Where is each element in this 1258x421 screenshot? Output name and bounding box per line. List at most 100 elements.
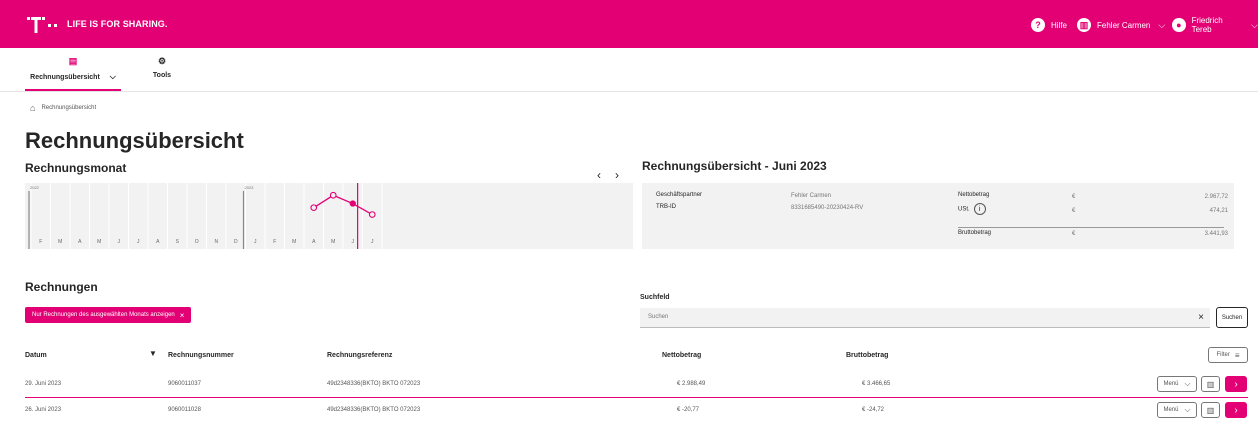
sort-desc-icon[interactable]: ▼ [149,349,157,358]
month-tick-label: A [78,239,82,245]
brutto-currency: € [1072,231,1076,237]
row-divider [25,397,1248,398]
chevron-right-icon: › [1234,378,1238,390]
help-link[interactable]: ? Hilfe [1031,17,1067,33]
search-input[interactable]: Suchen × [640,308,1210,328]
month-tick-label: N [214,239,218,245]
tab-tools[interactable]: ⚙ Tools [146,56,178,79]
chevron-down-icon: ⌵ [1158,19,1166,30]
row-open-button[interactable]: › [1225,376,1247,392]
chevron-left-icon[interactable]: ‹ [597,168,601,182]
data-point [368,211,376,218]
cell-reference: 49d2348336(BKTO) BKTO 072023 [327,407,421,413]
filter-button[interactable]: Filter ≡ [1208,347,1248,363]
month-tick-label: A [156,239,160,245]
month-tick-label: J [254,239,257,245]
month-tick-label: O [195,239,199,245]
breadcrumb-current: Rechnungsübersicht [41,105,97,111]
invoices-title: Rechnungen [25,280,98,294]
month-tick-label: M [292,239,296,245]
trb-label: TRB-ID [656,204,676,210]
month-tick-label: F [39,239,42,245]
ust-value: 474,21 [1209,208,1228,214]
month-nav: ‹ › [597,168,619,182]
netto-currency: € [1072,194,1076,200]
month-chart-panel: 2022 2023 F M A M J J A S O N D J F M A M J J [25,183,633,249]
bar-chart-icon: ▥ [1206,379,1215,389]
cell-netto: € 2.988,49 [677,381,706,387]
help-label: Hilfe [1051,20,1068,30]
cell-date: 26. Juni 2023 [25,407,62,413]
cell-number: 9060011037 [168,381,201,387]
column-header-bruttobetrag[interactable]: Bruttobetrag [846,352,888,359]
search-placeholder: Suchen [648,314,669,320]
year-label: 2023 [245,185,255,190]
year-label: 2022 [30,185,40,190]
slogan: LIFE IS FOR SHARING. [67,19,168,29]
column-header-rechnungsreferenz[interactable]: Rechnungsreferenz [327,352,392,359]
chevron-down-icon[interactable]: ⌵ [110,72,116,81]
telekom-logo[interactable] [27,15,61,35]
chevron-right-icon: › [1234,404,1238,416]
cell-brutto: € -24,72 [862,407,885,413]
netto-value: 2.967,72 [1204,194,1228,200]
month-tick-label: F [273,239,276,245]
table-row[interactable]: 29. Juni 2023 9060011037 49d2348336(BKTO… [25,374,1248,396]
column-header-rechnungsnummer[interactable]: Rechnungsnummer [168,352,234,359]
top-bar: LIFE IS FOR SHARING. ? Hilfe ▥ Fehler Ca… [0,0,1258,48]
search-label: Suchfeld [640,294,670,301]
search-button[interactable]: Suchen [1216,307,1248,328]
column-header-nettobetrag[interactable]: Nettobetrag [662,352,701,359]
data-point [349,200,356,207]
month-section-title: Rechnungsmonat [25,161,127,175]
row-open-button[interactable]: › [1225,402,1247,418]
info-icon[interactable]: i [973,203,986,215]
trb-value: 8331685490-20230424-RV [791,205,864,211]
user-label: Friedrich Tereb [1191,16,1223,34]
ust-label: USt. [958,206,970,213]
row-chart-button[interactable]: ▥ [1201,376,1220,392]
main-tabs: ▤ Rechnungsübersicht ⌵ ⚙ Tools [0,48,1258,92]
chevron-down-icon: ⌵ [1184,405,1191,414]
partner-label: Geschäftspartner [656,192,703,198]
account-menu[interactable]: ▥ Fehler Carmen ⌵ [1077,17,1165,33]
menu-label: Menü [1163,407,1179,413]
chevron-down-icon: ⌵ [1251,19,1258,30]
user-menu[interactable]: ● Friedrich Tereb ⌵ [1172,16,1258,34]
row-menu-button[interactable]: Menü ⌵ [1157,376,1197,392]
summary-divider [958,227,1224,228]
summary-title: Rechnungsübersicht - Juni 2023 [642,159,827,173]
data-point [329,191,337,199]
month-tick-label: A [312,239,316,245]
month-filter-chip[interactable]: Nur Rechnungen des ausgewählten Monats a… [25,307,192,323]
month-tick-label: J [371,239,374,245]
cell-number: 9060011028 [168,407,201,413]
column-header-datum[interactable]: Datum [25,352,47,359]
month-chart[interactable]: 2022 2023 F M A M J J A S O N D J F M A M J J [25,183,633,249]
close-icon[interactable]: × [180,311,185,320]
home-icon[interactable]: ⌂ [30,103,35,113]
breadcrumb: ⌂ Rechnungsübersicht [30,103,96,113]
filter-icon: ≡ [1234,350,1240,360]
menu-label: Menü [1163,381,1179,387]
bar-chart-icon: ▥ [1206,405,1215,415]
cell-reference: 49d2348336(BKTO) BKTO 072023 [327,381,421,387]
row-menu-button[interactable]: Menü ⌵ [1157,402,1197,418]
filter-label: Filter [1216,352,1230,358]
cell-brutto: € 3.466,65 [862,381,891,387]
data-point [310,204,318,212]
cell-netto: € -20,77 [677,407,700,413]
table-row[interactable]: 26. Juni 2023 9060011028 49d2348336(BKTO… [25,400,1248,421]
month-tick-label: D [234,239,238,245]
chevron-right-icon[interactable]: › [615,168,619,182]
active-tab-indicator [25,89,121,91]
invoice-icon: ▤ [68,56,78,66]
row-chart-button[interactable]: ▥ [1201,402,1220,418]
gear-icon: ⚙ [157,56,167,66]
month-tick-label: J [352,239,355,245]
page-title: Rechnungsübersicht [25,128,244,153]
tab-rechnungsuebersicht[interactable]: ▤ Rechnungsübersicht ⌵ [25,56,121,91]
brutto-label: Bruttobetrag [958,230,992,236]
summary-panel: Geschäftspartner Fehler Carmen TRB-ID 83… [642,183,1234,249]
clear-icon[interactable]: × [1198,312,1204,323]
